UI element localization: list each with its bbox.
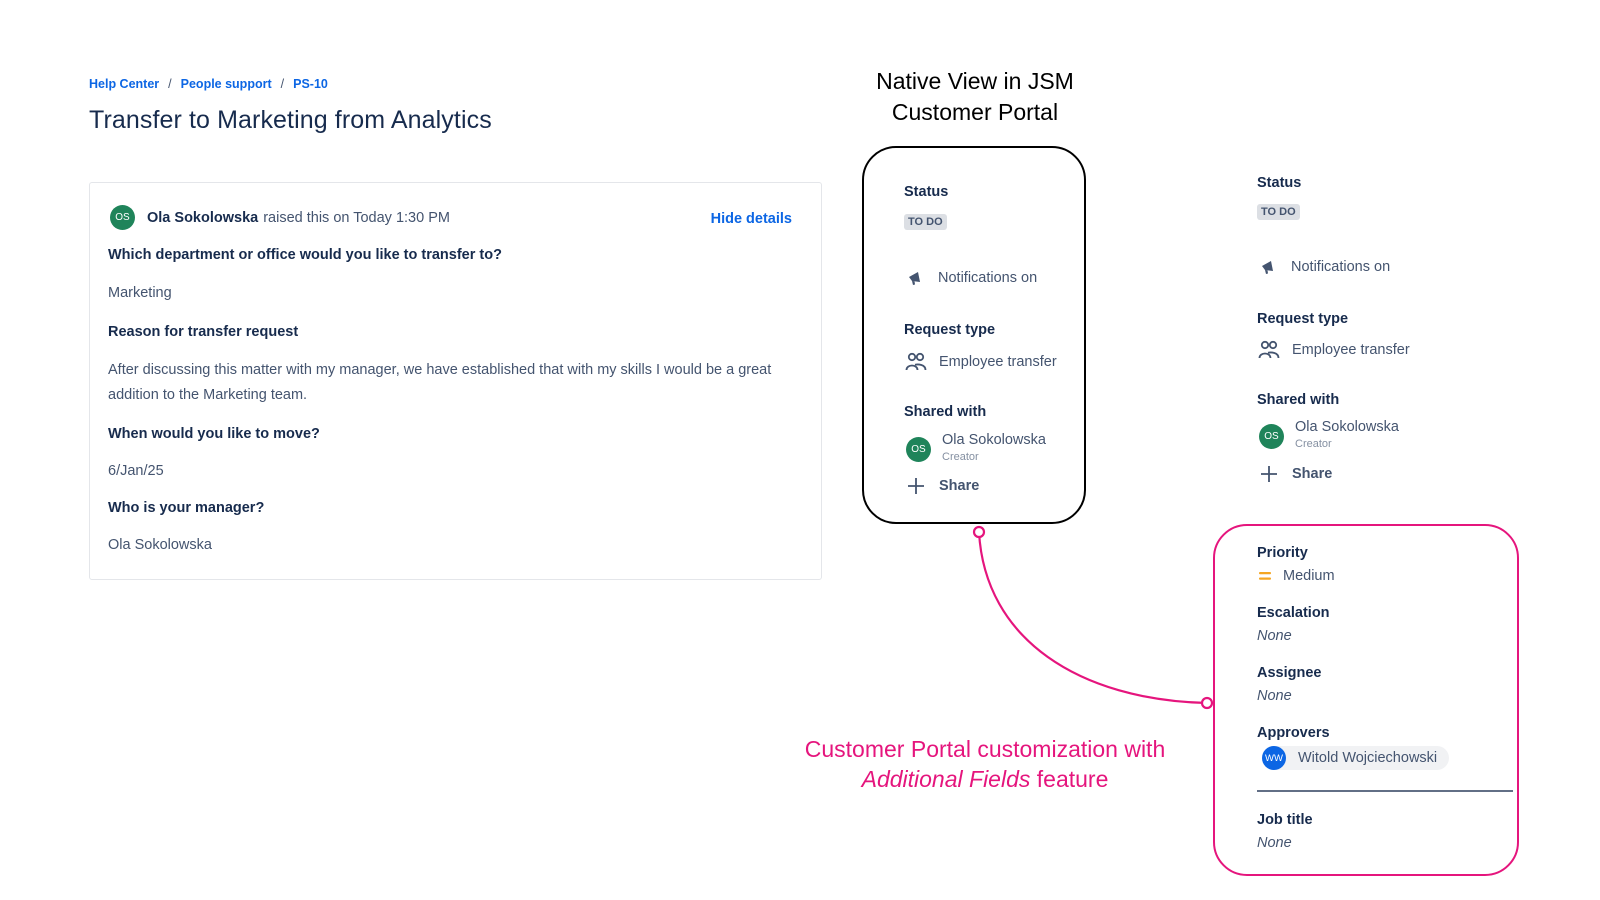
- status-badge: TO DO: [1257, 204, 1300, 220]
- divider: [1257, 790, 1513, 792]
- share-label: Share: [939, 478, 980, 494]
- participant-role: Creator: [1295, 438, 1332, 450]
- share-button[interactable]: Share: [906, 476, 979, 496]
- shared-participant: OS Ola Sokolowska Creator: [1259, 419, 1399, 450]
- people-icon: [1258, 340, 1280, 360]
- request-type-text: Employee transfer: [1292, 342, 1410, 358]
- participant-name: Ola Sokolowska: [942, 432, 1046, 448]
- share-button[interactable]: Share: [1259, 464, 1332, 484]
- megaphone-icon: [906, 269, 926, 287]
- people-icon: [905, 352, 927, 372]
- plus-icon: [906, 476, 926, 496]
- job-title-label: Job title: [1257, 812, 1313, 828]
- shared-with-label: Shared with: [1257, 392, 1340, 408]
- participant-role: Creator: [942, 451, 979, 463]
- job-title-value: None: [1257, 835, 1292, 851]
- avatar: OS: [1259, 424, 1284, 449]
- notifications-toggle[interactable]: Notifications on: [906, 269, 1037, 287]
- connector-end-dot: [1200, 696, 1214, 710]
- notifications-label: Notifications on: [1291, 259, 1391, 275]
- connector-start-dot: [972, 525, 986, 539]
- request-type-value: Employee transfer: [1258, 340, 1410, 360]
- status-badge: TO DO: [904, 214, 947, 230]
- avatar: OS: [906, 437, 931, 462]
- plus-icon: [1259, 464, 1279, 484]
- request-type-label: Request type: [1257, 311, 1349, 327]
- approver-chip[interactable]: WW Witold Wojciechowski: [1262, 746, 1450, 770]
- escalation-value: None: [1257, 628, 1292, 644]
- notifications-label: Notifications on: [938, 270, 1038, 286]
- escalation-label: Escalation: [1257, 605, 1330, 621]
- priority-value: Medium: [1258, 568, 1335, 584]
- shared-participant: OS Ola Sokolowska Creator: [906, 432, 1046, 463]
- assignee-value: None: [1257, 688, 1292, 704]
- status-label: Status: [904, 184, 949, 200]
- share-label: Share: [1292, 466, 1333, 482]
- request-type-value: Employee transfer: [905, 352, 1057, 372]
- assignee-label: Assignee: [1257, 665, 1322, 681]
- approvers-label: Approvers: [1257, 725, 1330, 741]
- request-type-label: Request type: [904, 322, 996, 338]
- priority-medium-icon: [1258, 570, 1272, 582]
- participant-name: Ola Sokolowska: [1295, 419, 1399, 435]
- priority-text: Medium: [1283, 568, 1335, 584]
- approver-name: Witold Wojciechowski: [1298, 750, 1438, 766]
- shared-with-label: Shared with: [904, 404, 987, 420]
- avatar: WW: [1262, 746, 1286, 770]
- priority-label: Priority: [1257, 545, 1308, 561]
- request-type-text: Employee transfer: [939, 354, 1057, 370]
- notifications-toggle[interactable]: Notifications on: [1259, 258, 1390, 276]
- megaphone-icon: [1259, 258, 1279, 276]
- status-label: Status: [1257, 175, 1302, 191]
